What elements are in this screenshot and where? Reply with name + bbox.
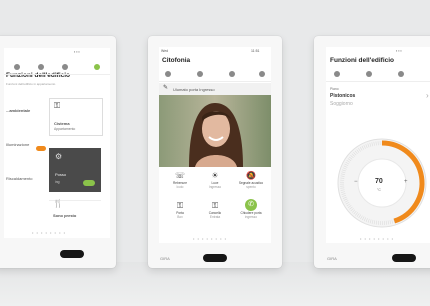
action-luce[interactable]: ☀ Luce Ingresso [198, 171, 232, 189]
power-icon[interactable] [165, 71, 171, 77]
left-screen: ▪ ▪ ▪ Funzioni dell'edificio Funzioni de… [4, 48, 110, 238]
status-bar: Wed 11:51 [159, 47, 271, 55]
action-sub: spento [246, 185, 256, 189]
side-label: Illuminazione [6, 142, 30, 147]
action-cancello[interactable]: ⚿ Cancello Entrata [198, 201, 232, 219]
tile-sub: Appartamento [54, 127, 76, 131]
key-icon: ⚿ [211, 201, 219, 210]
room-label: Piano [330, 87, 339, 91]
tile-sub: ing [55, 180, 60, 184]
action-sub: Entrata [209, 215, 221, 219]
handset-icon: ☏ [174, 171, 185, 180]
home-button[interactable] [392, 254, 416, 262]
status-bar: ▪ ▪ ▪ [74, 50, 80, 54]
tile-label: Sono presto [53, 213, 77, 218]
page-title: Funzioni dell'edificio [330, 57, 395, 64]
shade-icon[interactable] [62, 64, 68, 70]
light-icon[interactable] [38, 64, 44, 70]
tile-label: Cistema [54, 121, 70, 126]
right-device: ▪ ▪ ▪ Funzioni dell'edificio Piano Pisto… [314, 36, 430, 268]
center-device: Wed 11:51 Citofonia ✎ Ulumato porta Ingr… [148, 36, 282, 268]
shade-icon[interactable] [229, 71, 235, 77]
scene-icon[interactable] [94, 64, 100, 70]
action-rebenure[interactable]: ☏ Rebenure Icuto [163, 171, 197, 189]
left-device: ▪ ▪ ▪ Funzioni dell'edificio Funzioni de… [0, 36, 116, 268]
plus-button[interactable]: + [404, 179, 408, 185]
mute-icon: 🔕 [246, 171, 256, 180]
home-button[interactable] [203, 254, 227, 262]
tile-dark[interactable]: ⚙ Posso ing [49, 148, 101, 192]
key-icon: ⚿ [176, 201, 184, 210]
status-time: 11:51 [251, 49, 260, 53]
side-label: ...ambientale [6, 108, 31, 113]
video-feed [159, 95, 271, 167]
page-subtitle: Funzioni dell'edificio in appartamento [6, 82, 56, 86]
room-name: Pistonicos [330, 93, 356, 99]
status-bar: ▪ ▪ ▪ [396, 49, 402, 53]
tile-sono-presto[interactable]: 🍴 Sono presto [49, 199, 101, 221]
right-screen: ▪ ▪ ▪ Funzioni dell'edificio Piano Pisto… [326, 47, 430, 243]
power-icon[interactable] [334, 71, 340, 77]
action-segnale[interactable]: 🔕 Segnale acustico spento [233, 171, 269, 189]
action-grid: ☏ Rebenure Icuto ☀ Luce Ingresso 🔕 Segna… [159, 169, 271, 233]
phone-icon: ✆ [245, 199, 257, 211]
tile-label: Posso [55, 172, 67, 177]
door-banner[interactable]: ✎ Ulumato porta Ingresso [159, 83, 271, 95]
brand-logo: GIRA [160, 256, 170, 261]
action-sub: Icuto [176, 185, 184, 189]
green-toggle[interactable] [83, 180, 95, 186]
quick-icon-row [326, 67, 430, 82]
tile-cistema[interactable]: ⚿ Cistema Appartamento [49, 98, 103, 136]
side-label: Riscaldamento [6, 176, 33, 181]
action-sub: Box [177, 215, 183, 219]
home-button[interactable] [60, 250, 84, 258]
action-chiudere[interactable]: ✆ Chiudere porta ingresso [233, 199, 269, 219]
page-dots: • • • • • • • • [32, 230, 66, 235]
banner-label: Ulumato porta Ingresso [173, 87, 215, 92]
gear-icon: ⚙ [55, 152, 63, 161]
orange-toggle[interactable] [36, 146, 46, 151]
chevron-right-icon[interactable]: › [426, 91, 429, 101]
quick-icon-row [4, 60, 110, 75]
temperature-value: 70 [375, 178, 383, 185]
bulb-icon: ☀ [211, 171, 219, 180]
page-title: Citofonia [162, 57, 191, 64]
light-icon[interactable] [197, 71, 203, 77]
page-dots: • • • • • • • • [360, 236, 394, 241]
minus-button[interactable]: − [354, 179, 358, 185]
shade-icon[interactable] [398, 71, 404, 77]
table-surface [0, 262, 430, 306]
scene-icon[interactable] [259, 71, 265, 77]
key-icon: ⚿ [54, 101, 61, 110]
action-sub: Ingresso [208, 185, 222, 189]
action-porta[interactable]: ⚿ Porta Box [163, 201, 197, 219]
action-sub: ingresso [244, 215, 258, 219]
light-icon[interactable] [366, 71, 372, 77]
cutlery-icon: 🍴 [53, 199, 63, 208]
brand-logo: GIRA [327, 256, 337, 261]
page-dots: • • • • • • • • [193, 236, 227, 241]
status-day: Wed [161, 49, 169, 53]
room-sub: Soggiorno [330, 101, 353, 107]
door-icon: ✎ [163, 85, 169, 91]
quick-icon-row [159, 67, 271, 82]
power-icon[interactable] [14, 64, 20, 70]
center-screen: Wed 11:51 Citofonia ✎ Ulumato porta Ingr… [159, 47, 271, 243]
temperature-unit: °C [377, 188, 381, 192]
